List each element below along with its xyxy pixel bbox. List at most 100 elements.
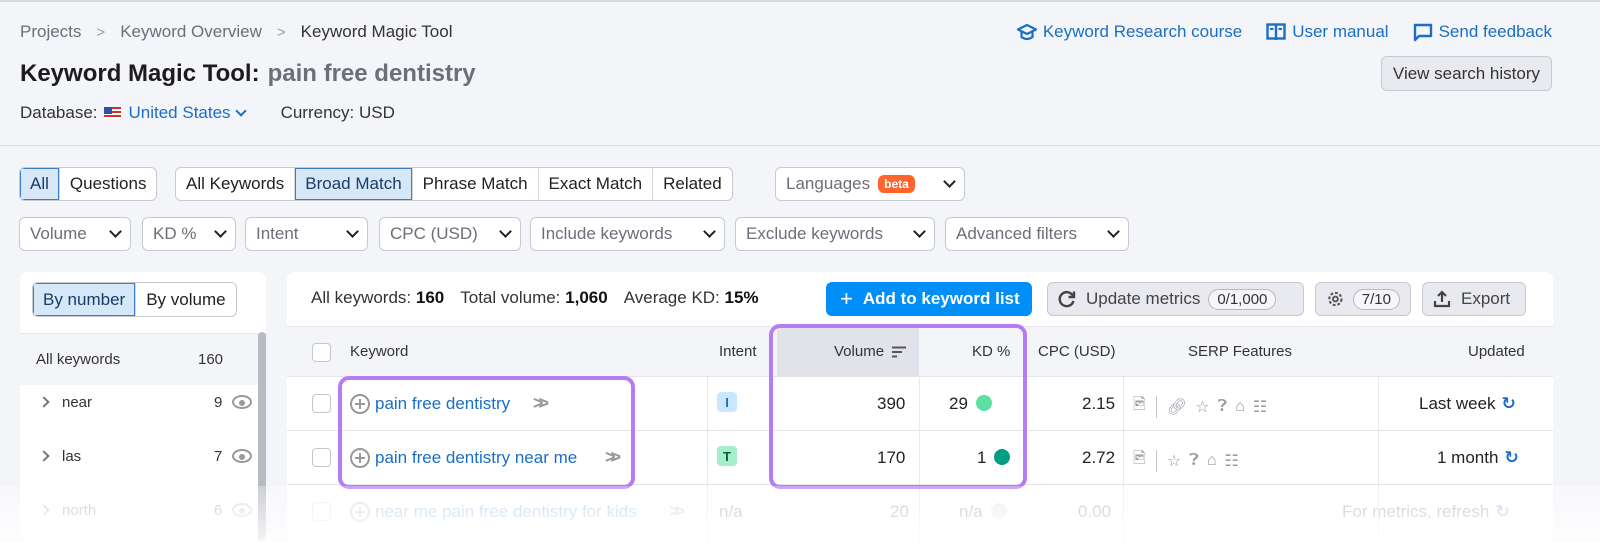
row-checkbox[interactable] — [312, 394, 331, 413]
table-row: near me pain free dentistry for kids >> … — [287, 485, 1553, 539]
keyword-link[interactable]: near me pain free dentistry for kids — [375, 502, 637, 522]
chevron-down-icon — [234, 104, 247, 117]
group-count: 7 — [214, 447, 223, 465]
database-select[interactable]: United States — [103, 103, 247, 123]
updated-value: Last week — [1419, 394, 1496, 413]
feedback-label: Send feedback — [1438, 22, 1552, 41]
total-volume-label: Total volume: — [460, 288, 561, 307]
group-count: 6 — [214, 501, 223, 519]
kd-difficulty-dot — [990, 503, 1007, 519]
columns-count-badge: 7/10 — [1352, 288, 1400, 310]
tab-all-keywords[interactable]: All Keywords — [176, 168, 294, 200]
updated-cell: Last week ↻ — [1419, 394, 1516, 414]
table-icon: ☷ — [1252, 398, 1268, 416]
reviews-star-icon: ☆ — [1195, 398, 1210, 416]
eye-icon[interactable] — [232, 449, 252, 463]
faq-icon: ❓︎ — [1189, 451, 1199, 469]
chevron-right-icon[interactable] — [38, 504, 50, 516]
filter-label: CPC (USD) — [390, 224, 478, 243]
sitelinks-icon: 🔗︎ — [1166, 398, 1188, 416]
top-border — [0, 0, 1600, 2]
view-search-history-button[interactable]: View search history — [1380, 56, 1552, 91]
sidebar-group-item[interactable]: north 6 — [20, 483, 260, 537]
manual-label: User manual — [1292, 22, 1389, 41]
update-metrics-button[interactable]: Update metrics 0/1,000 — [1047, 282, 1304, 316]
kd-value: n/a — [959, 502, 983, 521]
keyword-research-course-link[interactable]: Keyword Research course — [1016, 22, 1242, 42]
keyword-groups-sidebar: By number By volume All keywords 160 nea… — [20, 272, 266, 542]
filter-label: Volume — [30, 224, 87, 243]
eye-icon[interactable] — [232, 503, 252, 517]
select-all-checkbox[interactable] — [312, 343, 331, 362]
intent-value: n/a — [719, 502, 743, 521]
advanced-filters[interactable]: Advanced filters — [945, 217, 1129, 251]
column-cpc[interactable]: CPC (USD) — [1038, 343, 1116, 360]
tab-related[interactable]: Related — [652, 168, 732, 200]
refresh-icon — [1058, 291, 1076, 308]
serp-snapshot-icon[interactable]: 🖻 — [1133, 393, 1146, 420]
row-checkbox[interactable] — [312, 448, 331, 467]
chevron-right-icon[interactable] — [38, 450, 50, 462]
row-checkbox[interactable] — [312, 502, 331, 521]
book-icon — [1266, 23, 1286, 40]
group-count: 9 — [214, 393, 223, 411]
chevron-right-icon[interactable] — [38, 396, 50, 408]
breadcrumb-keyword-overview[interactable]: Keyword Overview — [120, 22, 262, 42]
tab-phrase-match[interactable]: Phrase Match — [411, 168, 538, 200]
breadcrumb-projects[interactable]: Projects — [20, 22, 81, 42]
kd-filter[interactable]: KD % — [142, 217, 236, 251]
serp-features: 🖻 ☆ ❓︎ ⌂ ☷ — [1133, 447, 1239, 474]
filter-label: Exclude keywords — [746, 224, 884, 243]
add-label: Add to keyword list — [862, 289, 1020, 308]
toggle-by-number[interactable]: By number — [33, 283, 136, 316]
volume-filter[interactable]: Volume — [19, 217, 131, 251]
add-to-keyword-list-button[interactable]: + Add to keyword list — [826, 282, 1032, 316]
languages-dropdown[interactable]: Languages beta — [775, 167, 965, 201]
chevron-down-icon — [109, 225, 122, 238]
eye-icon[interactable] — [232, 395, 252, 409]
updated-value: For metrics, refresh — [1342, 502, 1490, 521]
help-links: Keyword Research course User manual Send… — [1016, 22, 1552, 42]
update-label: Update metrics — [1086, 289, 1201, 308]
column-divider — [707, 377, 708, 542]
intent-filter[interactable]: Intent — [245, 217, 368, 251]
export-button[interactable]: Export — [1422, 282, 1526, 316]
cpc-filter[interactable]: CPC (USD) — [379, 217, 521, 251]
sidebar-group-item[interactable]: las 7 — [20, 429, 260, 483]
add-keyword-icon[interactable] — [350, 502, 370, 522]
kd-cell: n/a — [959, 502, 1007, 522]
refresh-icon[interactable]: ↻ — [1502, 394, 1516, 413]
tab-broad-match[interactable]: Broad Match — [294, 168, 412, 200]
faq-icon: ❓︎ — [1217, 397, 1228, 415]
tab-questions[interactable]: Questions — [58, 168, 157, 200]
tab-all[interactable]: All — [20, 168, 59, 200]
toggle-by-volume[interactable]: By volume — [135, 283, 235, 316]
column-intent[interactable]: Intent — [719, 343, 757, 360]
question-tabs: All Questions — [19, 167, 158, 201]
column-keyword[interactable]: Keyword — [350, 343, 408, 360]
refresh-icon[interactable]: ↻ — [1495, 502, 1509, 521]
group-label: las — [62, 447, 82, 465]
refresh-icon[interactable]: ↻ — [1504, 448, 1518, 467]
sidebar-group-item[interactable]: near 9 — [20, 375, 260, 429]
tab-exact-match[interactable]: Exact Match — [537, 168, 653, 200]
include-keywords-filter[interactable]: Include keywords — [530, 217, 725, 251]
filter-label: KD % — [153, 224, 197, 243]
serp-divider — [1155, 449, 1157, 472]
user-manual-link[interactable]: User manual — [1266, 22, 1389, 42]
serp-snapshot-icon[interactable]: 🖻 — [1133, 447, 1146, 474]
gear-icon — [1328, 291, 1343, 307]
send-feedback-link[interactable]: Send feedback — [1413, 22, 1552, 42]
breadcrumb: Projects > Keyword Overview > Keyword Ma… — [20, 22, 453, 42]
database-label: Database: — [20, 103, 98, 122]
column-serp-features[interactable]: SERP Features — [1188, 343, 1292, 360]
filter-label: Include keywords — [541, 224, 673, 243]
table-icon: ☷ — [1224, 452, 1239, 470]
sidebar-scrollbar[interactable] — [258, 332, 266, 542]
export-label: Export — [1461, 289, 1511, 308]
column-updated[interactable]: Updated — [1468, 343, 1525, 360]
table-settings-button[interactable]: 7/10 — [1315, 282, 1411, 316]
double-chevron-icon[interactable]: >> — [669, 501, 685, 522]
us-flag-icon — [103, 107, 121, 119]
exclude-keywords-filter[interactable]: Exclude keywords — [735, 217, 935, 251]
